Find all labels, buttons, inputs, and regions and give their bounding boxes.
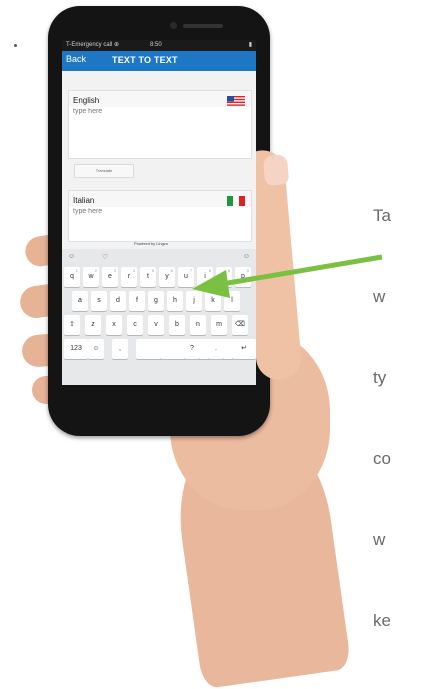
arrow-annotation: [192, 254, 383, 298]
arrow-head-icon: [192, 270, 230, 298]
arrow-shaft: [221, 254, 383, 287]
